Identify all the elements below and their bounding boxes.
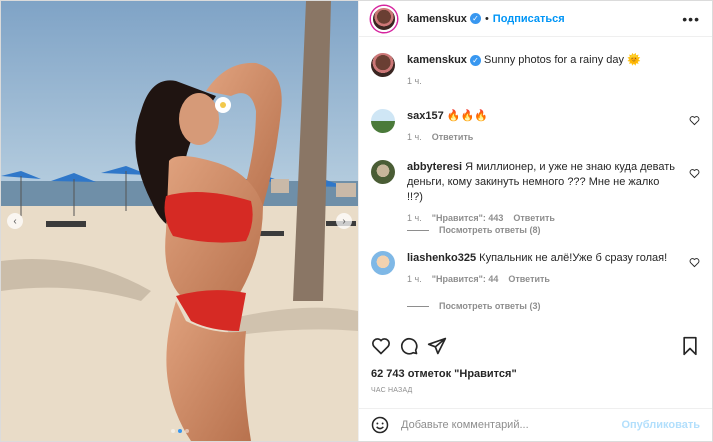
heart-icon[interactable] — [689, 257, 700, 268]
post-header: kamenskux ✓ • Подписаться ••• — [359, 1, 712, 37]
comment-likes[interactable]: "Нравится": 443 — [432, 211, 504, 226]
more-options-icon[interactable]: ••• — [682, 11, 700, 27]
heart-icon[interactable] — [371, 336, 391, 356]
post-time: ЧАС НАЗАД — [371, 387, 413, 394]
comment-time: 1 ч. — [407, 274, 422, 284]
comment-text: 🔥🔥🔥 — [446, 110, 488, 122]
verified-icon: ✓ — [469, 55, 481, 66]
comment-item: liashenko325 Купальник не алё!Уже б сраз… — [371, 251, 700, 287]
likes-count[interactable]: 62 743 отметок "Нравится" — [371, 368, 517, 380]
carousel-indicator — [1, 429, 358, 433]
share-icon[interactable] — [427, 336, 447, 356]
divider — [407, 229, 429, 231]
avatar[interactable] — [371, 109, 395, 133]
caption-time: 1 ч. — [407, 76, 422, 86]
chevron-left-icon[interactable]: ‹ — [7, 213, 23, 229]
comment-input[interactable] — [401, 419, 622, 431]
view-replies-label: Посмотреть ответы (8) — [439, 225, 541, 235]
comment-username[interactable]: abbyteresi — [407, 161, 462, 173]
add-comment-bar: Опубликовать — [359, 408, 712, 441]
comment-time: 1 ч. — [407, 213, 422, 223]
caption: kamenskux ✓ Sunny photos for a rainy day … — [371, 53, 700, 89]
view-replies-button[interactable]: Посмотреть ответы (3) — [407, 301, 540, 311]
comment-time: 1 ч. — [407, 132, 422, 142]
avatar[interactable] — [371, 5, 397, 32]
action-bar — [371, 336, 700, 356]
instagram-post: ‹ › kamenskux ✓ • Подписаться ••• kamens… — [0, 0, 713, 442]
separator: • — [484, 12, 489, 25]
caption-text: Sunny photos for a rainy day 🌞 — [484, 54, 641, 66]
caption-username[interactable]: kamenskux — [407, 54, 467, 66]
verified-icon: ✓ — [469, 13, 481, 24]
comment-item: abbyteresi Я миллионер, и уже не знаю ку… — [371, 160, 700, 226]
chevron-right-icon[interactable]: › — [336, 213, 352, 229]
post-sidebar: kamenskux ✓ • Подписаться ••• kamenskux ✓… — [358, 1, 712, 441]
comments-list[interactable]: kamenskux ✓ Sunny photos for a rainy day … — [359, 45, 712, 325]
emoji-icon[interactable] — [371, 416, 389, 434]
reply-button[interactable]: Ответить — [513, 211, 555, 226]
comment-icon[interactable] — [399, 336, 419, 356]
reply-button[interactable]: Ответить — [508, 272, 550, 287]
view-replies-button[interactable]: Посмотреть ответы (8) — [407, 225, 540, 235]
follow-button[interactable]: Подписаться — [493, 13, 565, 25]
heart-icon[interactable] — [689, 168, 700, 179]
avatar[interactable] — [371, 251, 395, 275]
author-username[interactable]: kamenskux — [407, 13, 467, 25]
carousel-dot — [184, 429, 189, 433]
avatar[interactable] — [371, 53, 395, 77]
divider — [407, 305, 429, 307]
post-photo[interactable]: ‹ › — [1, 1, 358, 441]
comment-username[interactable]: liashenko325 — [407, 252, 476, 264]
avatar[interactable] — [371, 160, 395, 184]
bookmark-icon[interactable] — [680, 336, 700, 356]
carousel-dot-active — [177, 429, 182, 433]
comment-likes[interactable]: "Нравится": 44 — [432, 272, 499, 287]
beach-photo — [1, 1, 358, 441]
heart-icon[interactable] — [689, 115, 700, 126]
comment-text: Купальник не алё!Уже б сразу голая! — [479, 252, 668, 264]
view-replies-label: Посмотреть ответы (3) — [439, 301, 541, 311]
carousel-dot — [170, 429, 175, 433]
comment-item: sax157 🔥🔥🔥 1 ч. Ответить — [371, 109, 700, 145]
publish-button[interactable]: Опубликовать — [621, 419, 700, 431]
reply-button[interactable]: Ответить — [432, 130, 474, 145]
comment-username[interactable]: sax157 — [407, 110, 444, 122]
